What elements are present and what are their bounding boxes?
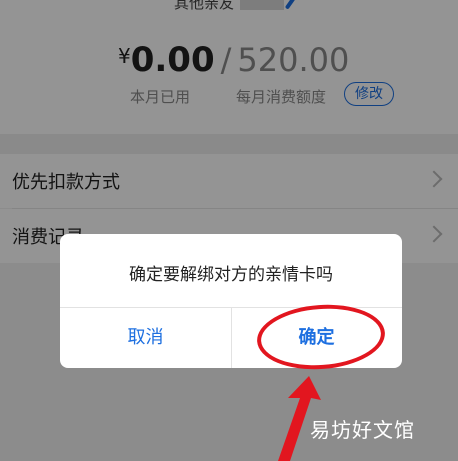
- dialog-message: 确定要解绑对方的亲情卡吗: [129, 265, 333, 285]
- modal-overlay[interactable]: [0, 0, 458, 461]
- cancel-button[interactable]: 取消: [60, 307, 231, 368]
- family-card-page: 其他亲友 ¥0.00/520.00 本月已用 每月消费额度 修改 优先扣款方式 …: [0, 0, 458, 461]
- watermark-text: 易坊好文馆: [310, 418, 415, 442]
